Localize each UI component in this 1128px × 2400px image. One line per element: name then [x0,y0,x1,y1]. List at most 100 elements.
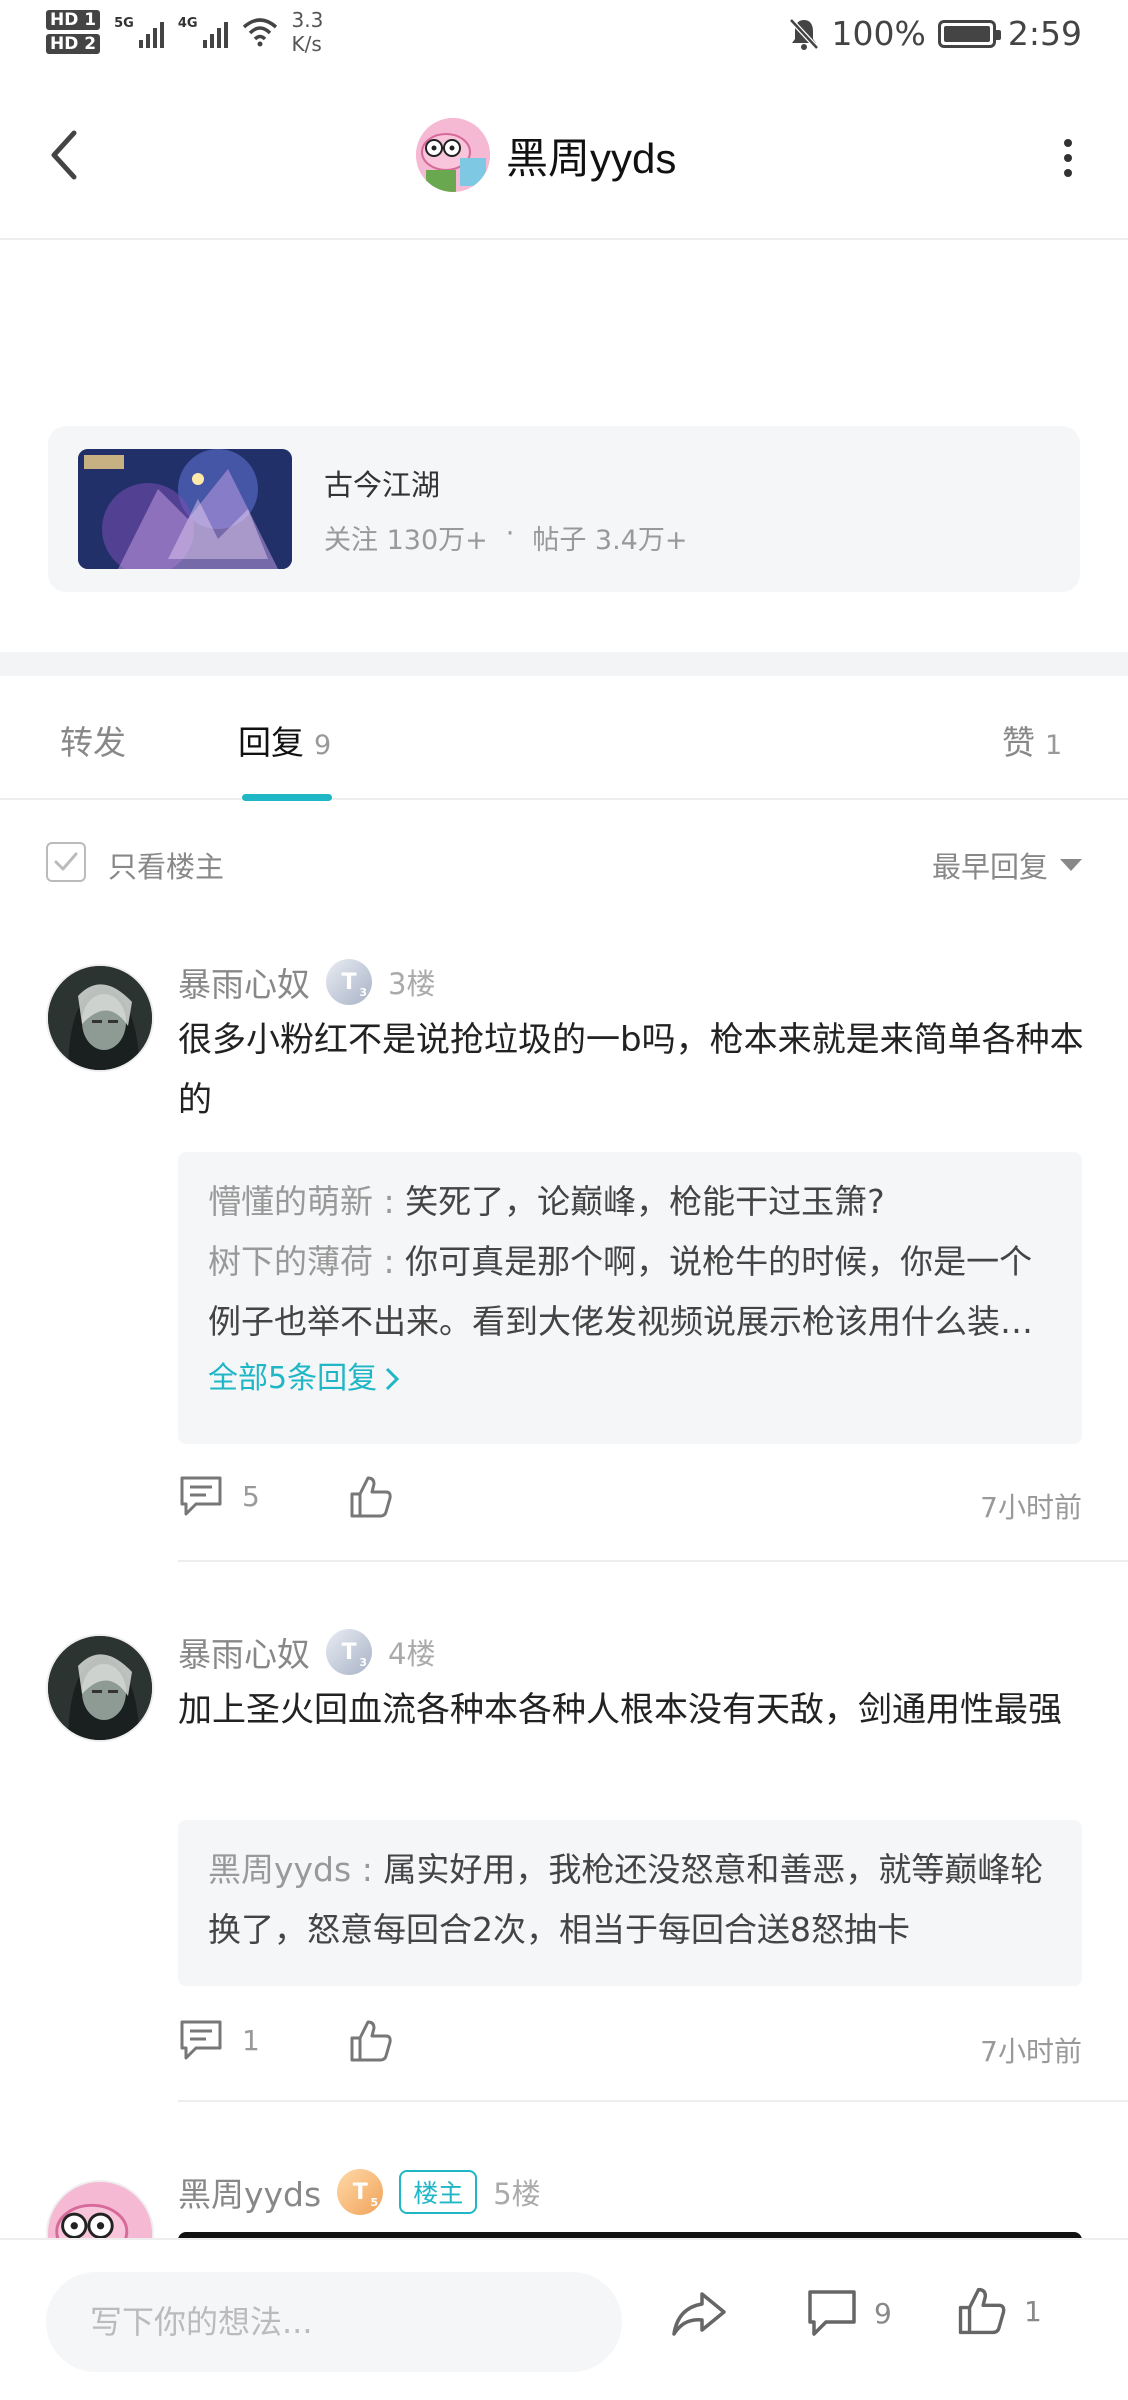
battery-percent: 100% [831,14,926,53]
view-all-replies-link[interactable]: 全部5条回复 [208,1352,1052,1406]
reply-button[interactable]: 1 [178,2018,260,2062]
floor-number: 3楼 [388,967,436,1001]
avatar[interactable] [46,1634,154,1742]
divider [178,2100,1128,2102]
like-button[interactable] [348,1474,394,1524]
thumbs-up-icon [350,1476,392,1518]
comment-meta: 暴雨心奴 T3 4楼 [178,1628,435,1676]
comment-icon [180,1476,222,1516]
mute-bell-icon [788,17,819,50]
reply-preview-box[interactable]: 懵懂的萌新 : 笑死了，论巅峰，枪能干过玉箫? 树下的薄荷 : 你可真是那个啊，… [178,1152,1082,1444]
tab-like[interactable]: 赞1 [1002,716,1062,764]
user-avatar-image [48,966,152,1070]
more-vertical-icon [1064,139,1072,147]
status-left: HD 1 HD 2 5G 4G 3.3 K/s [46,8,323,56]
comment-meta: 黑周yyds T5 楼主 5楼 [178,2168,541,2216]
level-badge-icon: T3 [326,1629,372,1675]
comment-author[interactable]: 暴雨心奴 [178,1628,310,1676]
tab-reply-label: 回复 [238,723,304,762]
caret-down-icon [1060,859,1082,871]
comment-author[interactable]: 暴雨心奴 [178,958,310,1006]
tab-reply[interactable]: 回复 9 [238,716,331,764]
comment-icon [180,2020,222,2060]
active-tab-indicator [242,794,332,801]
forum-stats: 关注 130万+ · 帖子 3.4万+ [324,518,688,557]
reply-preview-box[interactable]: 黑周yyds : 属实好用，我枪还没怒意和善恶，就等巅峰轮换了，怒意每回合2次，… [178,1820,1082,1986]
forum-follow-count: 关注 130万+ [324,525,488,556]
reply-preview: 懵懂的萌新 : 笑死了，论巅峰，枪能干过玉箫? [208,1172,1052,1232]
battery-icon [937,19,1001,48]
like-button[interactable] [348,2018,394,2068]
only-owner-checkbox[interactable] [46,842,86,882]
comment-time: 7小时前 [980,2035,1082,2068]
reply-author: 黑周yyds [208,1850,352,1889]
speed-value: 3.3 [291,8,324,32]
tab-reply-count: 9 [314,730,332,761]
floor-number: 4楼 [388,1637,436,1671]
chevron-right-icon [386,1367,400,1391]
peppa-avatar-icon [48,2182,152,2238]
checkmark-icon [54,852,78,871]
reply-button[interactable]: 5 [178,1474,260,1518]
level-letter: T [341,1639,357,1665]
section-divider [0,652,1128,676]
more-options-button[interactable] [1048,130,1088,186]
level-badge-icon: T5 [337,2169,384,2215]
top-header: 黑周yyds [0,80,1128,240]
avatar[interactable] [46,2180,154,2238]
page-title[interactable]: 黑周yyds [506,125,676,186]
level-badge-icon: T3 [326,959,372,1005]
level-number: 3 [359,1656,367,1669]
thumbs-up-icon [350,2020,392,2062]
bottom-action-bar: 9 1 [0,2238,1128,2400]
comments-button[interactable]: 9 [806,2288,892,2338]
avatar[interactable] [416,118,490,192]
only-owner-label[interactable]: 只看楼主 [108,844,224,886]
reply-author: 树下的薄荷 [208,1242,373,1281]
stats-separator: · [505,518,515,549]
reply-count: 1 [242,2023,260,2057]
signal-4g-label: 4G [177,16,198,31]
forum-name[interactable]: 古今江湖 [324,462,440,504]
level-letter: T [341,969,357,995]
forum-thumbnail[interactable] [78,449,292,569]
signal-4g-icon: 4G [178,16,228,48]
comment-count: 9 [874,2296,892,2330]
reply-separator: : [351,1850,384,1889]
forum-card[interactable]: 古今江湖 关注 130万+ · 帖子 3.4万+ [48,426,1080,592]
reply-count: 5 [242,1479,260,1513]
speed-unit: K/s [291,32,322,56]
reply-separator: : [373,1242,406,1281]
chevron-left-icon [51,130,77,180]
status-right: 100% 2:59 [788,14,1082,53]
divider [178,1560,1128,1562]
back-button[interactable] [40,120,90,190]
share-button[interactable] [670,2288,728,2344]
like-count: 1 [1024,2294,1042,2328]
peppa-avatar-icon [416,118,490,192]
level-letter: T [352,2179,368,2205]
like-post-button[interactable]: 1 [956,2284,1042,2338]
tab-forward[interactable]: 转发 [60,716,126,764]
comment-input[interactable] [46,2272,622,2372]
tab-like-count: 1 [1045,730,1063,761]
comment-text[interactable]: 加上圣火回血流各种本各种人根本没有天敌，剑通用性最强 [178,1680,1088,1740]
game-art-image [78,449,292,569]
title-group[interactable]: 黑周yyds [416,118,676,192]
owner-badge: 楼主 [399,2170,478,2214]
sort-dropdown[interactable]: 最早回复 [932,844,1082,886]
avatar[interactable] [46,964,154,1072]
tab-bar: 转发 回复 9 赞1 [0,676,1128,801]
wifi-icon [242,18,277,47]
comment-author[interactable]: 黑周yyds [178,2168,321,2216]
signal-5g-icon: 5G [114,16,164,48]
more-dot [1064,169,1072,177]
forum-post-count: 帖子 3.4万+ [532,525,688,556]
comment-item: 黑周yyds T5 楼主 5楼 [0,2168,1128,2238]
comment-text[interactable]: 很多小粉红不是说抢垃圾的一b吗，枪本来就是来简单各种本的 [178,1010,1088,1130]
sort-value: 最早回复 [931,850,1048,884]
reply-preview: 树下的薄荷 : 你可真是那个啊，说枪牛的时候，你是一个例子也举不出来。看到大佬发… [208,1232,1052,1352]
filter-row: 只看楼主 最早回复 [0,820,1128,906]
user-avatar-image [48,1636,152,1740]
signal-5g-label: 5G [114,16,134,31]
